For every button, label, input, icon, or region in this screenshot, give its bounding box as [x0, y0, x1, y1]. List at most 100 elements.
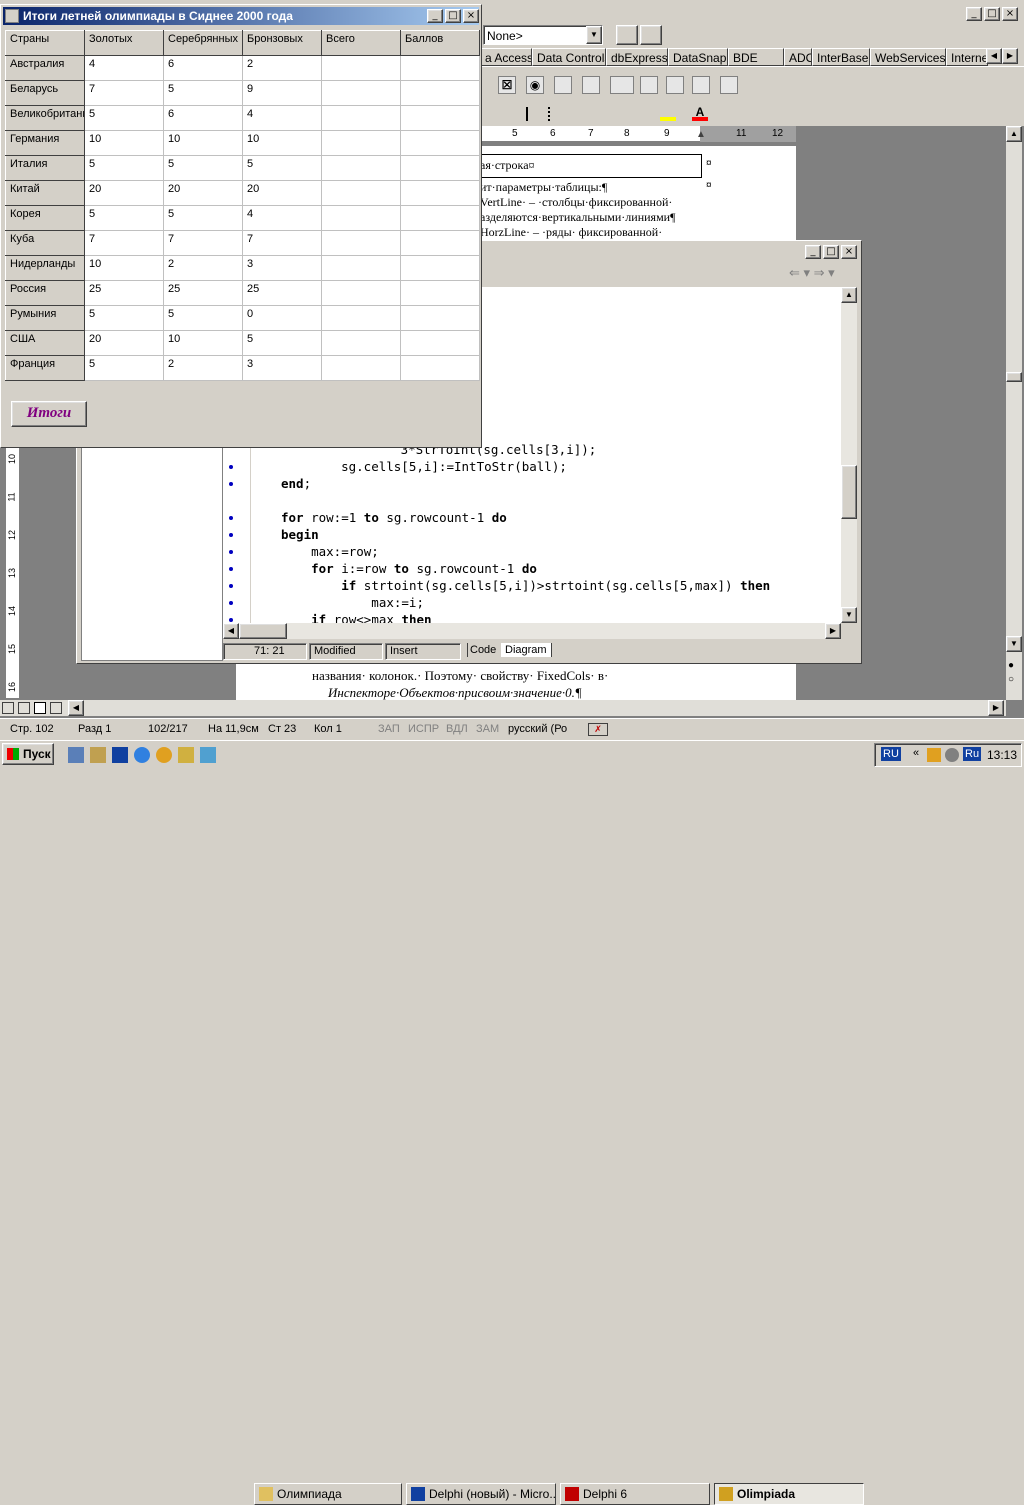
close-button[interactable]: × — [1002, 7, 1018, 21]
palette-tab[interactable]: a Access — [480, 48, 532, 66]
grid-cell[interactable] — [321, 80, 401, 106]
desktop-icon[interactable] — [68, 747, 84, 763]
code-line[interactable]: if strtoint(sg.cells[5,i])>strtoint(sg.c… — [281, 578, 770, 595]
grid-cell[interactable]: 6 — [163, 105, 243, 131]
scrollbar-component-icon[interactable] — [610, 76, 634, 94]
word-vscroll[interactable]: ▲ ▼ ● ○ — [1006, 126, 1022, 700]
breakpoint-dot-icon[interactable] — [229, 601, 233, 605]
editor-scroll-down[interactable]: ▼ — [841, 607, 857, 623]
indent-marker-icon[interactable]: ▲ — [696, 129, 706, 140]
grid-cell[interactable]: 10 — [84, 130, 164, 156]
code-line[interactable]: for i:=row to sg.rowcount-1 do — [281, 561, 537, 578]
palette-scroll-right[interactable]: ▶ — [1002, 48, 1018, 64]
scroll-thumb[interactable] — [1006, 372, 1022, 382]
prev-page-icon[interactable]: ● — [1008, 660, 1014, 671]
grid-cell[interactable] — [321, 280, 401, 306]
grid-row-header[interactable]: Италия — [5, 155, 85, 181]
grid-cell[interactable]: 2 — [163, 255, 243, 281]
scroll-up-arrow[interactable]: ▲ — [1006, 126, 1022, 142]
palette-tab[interactable]: Internet — [946, 48, 988, 66]
grid-cell[interactable] — [400, 230, 480, 256]
view-outline-icon[interactable] — [50, 702, 62, 714]
tray-expand-icon[interactable]: « — [913, 747, 919, 759]
olympiad-close-button[interactable]: × — [463, 9, 479, 23]
grid-column-header[interactable]: Страны — [5, 30, 85, 56]
grid-cell[interactable]: 10 — [163, 130, 243, 156]
grid-row-header[interactable]: Австралия — [5, 55, 85, 81]
code-line[interactable]: max:=i; — [281, 595, 424, 612]
toolbar-icon-a[interactable] — [616, 25, 638, 45]
code-line[interactable]: begin — [281, 527, 319, 544]
radio-component-icon[interactable]: ◉ — [526, 76, 544, 94]
grid-cell[interactable] — [400, 155, 480, 181]
grid-row-header[interactable]: Корея — [5, 205, 85, 231]
grid-cell[interactable]: 7 — [163, 230, 243, 256]
grid-cell[interactable]: 20 — [84, 180, 164, 206]
grid-cell[interactable] — [400, 105, 480, 131]
breakpoint-dot-icon[interactable] — [229, 533, 233, 537]
groupbox-component-icon[interactable] — [640, 76, 658, 94]
grid-cell[interactable]: 25 — [163, 280, 243, 306]
grid-row-header[interactable]: США — [5, 330, 85, 356]
grid-row-header[interactable]: Куба — [5, 230, 85, 256]
palette-tab[interactable]: dbExpress — [606, 48, 668, 66]
grid-cell[interactable] — [400, 180, 480, 206]
nav-back-icon[interactable]: ⇐ ▾ ⇒ ▾ — [789, 265, 835, 281]
palette-scroll-left[interactable]: ◀ — [986, 48, 1002, 64]
numbering-icon[interactable] — [526, 107, 542, 121]
scroll-down-arrow[interactable]: ▼ — [1006, 636, 1022, 652]
grid-cell[interactable]: 2 — [163, 355, 243, 381]
breakpoint-dot-icon[interactable] — [229, 482, 233, 486]
grid-cell[interactable]: 5 — [84, 205, 164, 231]
taskbar-task-button[interactable]: Delphi (новый) - Micro... — [406, 1483, 556, 1505]
grid-cell[interactable]: 4 — [242, 205, 322, 231]
tray-clock[interactable]: 13:13 — [987, 748, 1017, 762]
tray-volume-icon[interactable] — [945, 748, 959, 762]
code-line[interactable]: sg.cells[5,i]:=IntToStr(ball); — [311, 459, 567, 476]
palette-tab[interactable]: DataSnap — [668, 48, 728, 66]
code-line[interactable]: if row<>max then — [281, 612, 431, 623]
grid-cell[interactable]: 9 — [242, 80, 322, 106]
grid-cell[interactable]: 7 — [242, 230, 322, 256]
code-line[interactable]: for row:=1 to sg.rowcount-1 do — [281, 510, 507, 527]
grid-cell[interactable] — [321, 330, 401, 356]
palette-tab[interactable]: BDE — [728, 48, 784, 66]
grid-cell[interactable]: 4 — [84, 55, 164, 81]
save-icon[interactable] — [112, 747, 128, 763]
grid-cell[interactable]: 10 — [242, 130, 322, 156]
grid-row-header[interactable]: Нидерланды — [5, 255, 85, 281]
grid-cell[interactable] — [321, 230, 401, 256]
editor-scroll-thumb[interactable] — [841, 465, 857, 519]
spelling-icon[interactable]: ✗ — [588, 723, 608, 736]
grid-cell[interactable]: 5 — [84, 105, 164, 131]
tools-icon[interactable] — [90, 747, 106, 763]
grid-row-header[interactable]: Китай — [5, 180, 85, 206]
breakpoint-dot-icon[interactable] — [229, 516, 233, 520]
grid-cell[interactable] — [400, 205, 480, 231]
listbox-component-icon[interactable] — [554, 76, 572, 94]
grid-cell[interactable]: 2 — [242, 55, 322, 81]
tray-lang[interactable]: RU — [881, 747, 901, 761]
grid-cell[interactable]: 5 — [84, 305, 164, 331]
status-ovr[interactable]: ЗАМ — [476, 723, 499, 739]
grid-cell[interactable]: 5 — [163, 205, 243, 231]
grid-cell[interactable] — [400, 305, 480, 331]
totals-button[interactable]: Итоги — [11, 401, 87, 427]
tray-lang-2[interactable]: Ru — [963, 747, 982, 761]
breakpoint-dot-icon[interactable] — [229, 465, 233, 469]
grid-cell[interactable] — [400, 280, 480, 306]
hscroll-left-arrow[interactable]: ◀ — [68, 700, 84, 716]
status-trk[interactable]: ИСПР — [408, 723, 439, 739]
ie-icon[interactable] — [134, 747, 150, 763]
grid-row-header[interactable]: Румыния — [5, 305, 85, 331]
select-browse-icon[interactable]: ○ — [1008, 674, 1014, 685]
grid-cell[interactable]: 5 — [163, 305, 243, 331]
grid-cell[interactable] — [400, 130, 480, 156]
grid-cell[interactable]: 10 — [84, 255, 164, 281]
grid-row-header[interactable]: Беларусь — [5, 80, 85, 106]
grid-cell[interactable] — [321, 305, 401, 331]
grid-cell[interactable]: 20 — [163, 180, 243, 206]
grid-column-header[interactable]: Золотых — [84, 30, 164, 56]
component-combo[interactable]: None> ▼ — [483, 25, 603, 45]
grid-cell[interactable]: 4 — [242, 105, 322, 131]
